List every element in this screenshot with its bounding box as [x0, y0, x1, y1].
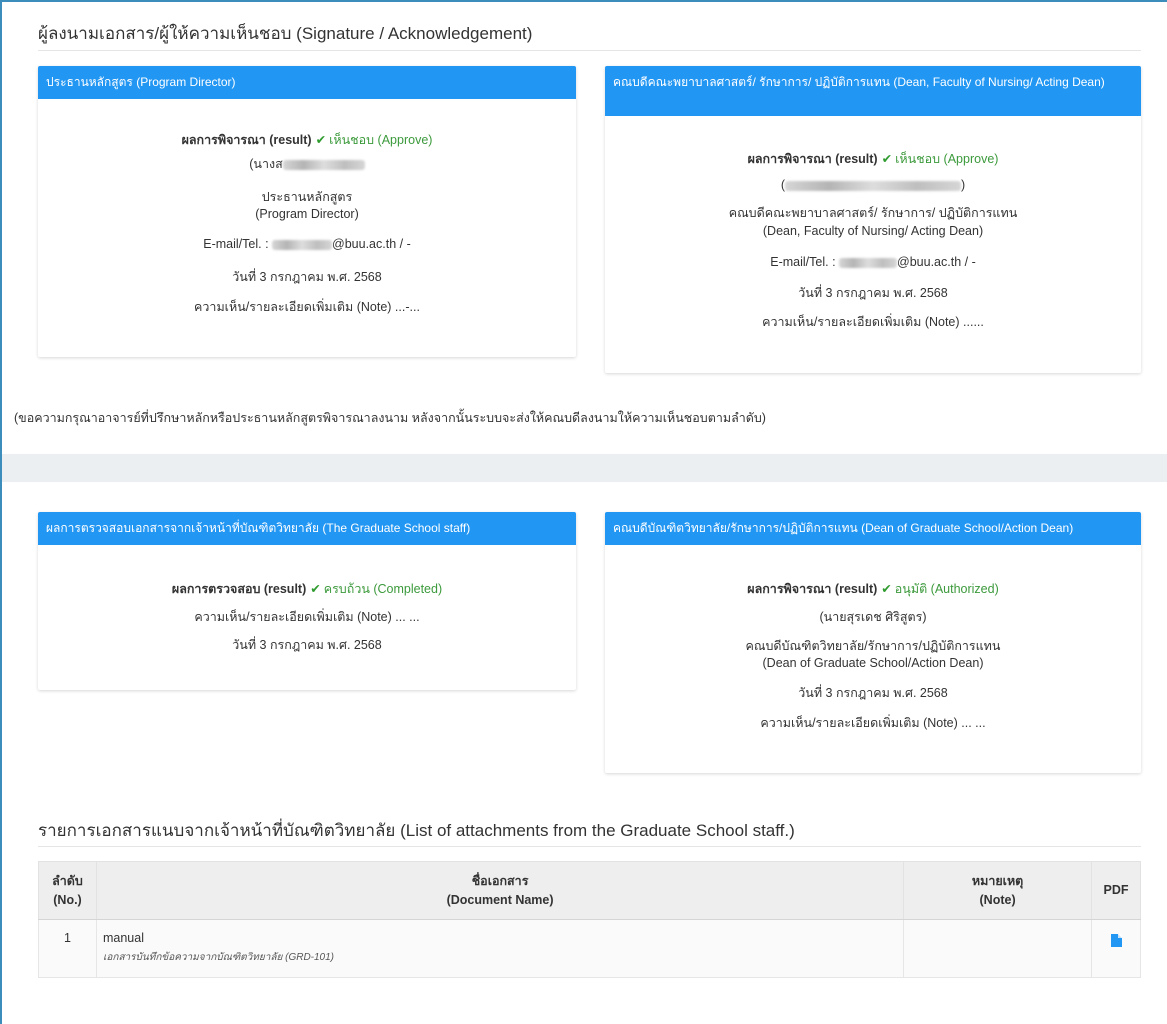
result-value: เห็นชอบ (Approve) [895, 152, 999, 166]
position-en: (Program Director) [255, 207, 359, 221]
email-line: E-mail/Tel. : @buu.ac.th / - [203, 237, 411, 251]
result-line: ผลการพิจารณา (result) ✔ อนุมัติ (Authorize… [605, 581, 1141, 609]
result-line: ผลการพิจารณา (result) ✔ เห็นชอบ (Approve) [605, 151, 1141, 177]
redacted-name [785, 180, 961, 191]
sign-date: วันที่ 3 กรกฎาคม พ.ศ. 2568 [798, 686, 948, 700]
program-director-card: ประธานหลักสูตร (Program Director) ผลการพ… [38, 66, 576, 357]
result-label: ผลการพิจารณา (result) [181, 133, 312, 147]
document-subtitle: เอกสารบันทึกข้อความจากบัณฑิตวิทยาลัย (GR… [102, 952, 335, 963]
check-icon: ✔ [881, 582, 892, 596]
attachments-table: ลำดับ (No.) ชื่อเอกสาร (Document Name) หมา… [38, 861, 1141, 978]
card-header: ผลการตรวจสอบเอกสารจากเจ้าหน้าที่บัณฑิตวิ… [38, 512, 576, 545]
check-icon: ✔ [310, 582, 321, 596]
position-en: (Dean, Faculty of Nursing/ Acting Dean) [762, 224, 984, 238]
divider [38, 50, 1141, 51]
result-label: ผลการตรวจสอบ (result) [171, 582, 307, 596]
check-date: วันที่ 3 กรกฎาคม พ.ศ. 2568 [232, 638, 382, 652]
divider [38, 846, 1141, 847]
result-label: ผลการพิจารณา (result) [747, 582, 878, 596]
signer-name: (นางส [38, 156, 576, 189]
col-note: หมายเหตุ (Note) [903, 861, 1092, 920]
position-en: (Dean of Graduate School/Action Dean) [762, 656, 984, 670]
result-label: ผลการพิจารณา (result) [747, 152, 878, 166]
note-line: ความเห็น/รายละเอียดเพิ่มเติม (Note) ... … [194, 610, 420, 624]
col-document-name: ชื่อเอกสาร (Document Name) [95, 861, 905, 920]
redacted-name [282, 159, 365, 170]
result-line: ผลการตรวจสอบ (result) ✔ ครบถ้วน (Completed… [38, 581, 576, 609]
document-name: manual [102, 931, 144, 945]
card-header: ประธานหลักสูตร (Program Director) [38, 66, 576, 99]
sign-date: วันที่ 3 กรกฎาคม พ.ศ. 2568 [232, 270, 382, 284]
position-th: คณบดีบัณฑิตวิทยาลัย/รักษาการ/ปฏิบัติการแ… [745, 639, 1001, 653]
advisory-note: (ขอความกรุณาอาจารย์ที่ปรึกษาหลักหรือประธ… [14, 411, 766, 425]
file-icon[interactable] [1110, 934, 1122, 947]
note-line: ความเห็น/รายละเอียดเพิ่มเติม (Note) ....… [762, 315, 984, 329]
result-line: ผลการพิจารณา (result) ✔ เห็นชอบ (Approve) [38, 132, 576, 156]
table-row: 1 manual เอกสารบันทึกข้อความจากบัณฑิตวิท… [38, 919, 1141, 978]
table-header-row: ลำดับ (No.) ชื่อเอกสาร (Document Name) หมา… [38, 861, 1141, 920]
check-icon: ✔ [315, 133, 327, 147]
card-header: คณบดีบัณฑิตวิทยาลัย/รักษาการ/ปฏิบัติการแ… [605, 512, 1141, 545]
check-icon: ✔ [881, 152, 893, 166]
redacted-email [839, 257, 898, 268]
email-line: E-mail/Tel. : @buu.ac.th / - [770, 255, 976, 269]
row-document: manual เอกสารบันทึกข้อความจากบัณฑิตวิทยา… [95, 919, 905, 978]
attachments-title: รายการเอกสารแนบจากเจ้าหน้าที่บัณฑิตวิทยา… [38, 821, 795, 840]
row-note [903, 919, 1092, 978]
note-line: ความเห็น/รายละเอียดเพิ่มเติม (Note) ...-… [194, 300, 420, 314]
card-header: คณบดีคณะพยาบาลศาสตร์/ รักษาการ/ ปฏิบัติก… [605, 66, 1141, 116]
signer-name: () [780, 178, 966, 192]
dean-graduate-card: คณบดีบัณฑิตวิทยาลัย/รักษาการ/ปฏิบัติการแ… [605, 512, 1141, 773]
row-pdf [1091, 919, 1141, 978]
position-th: คณบดีคณะพยาบาลศาสตร์/ รักษาการ/ ปฏิบัติก… [728, 206, 1018, 220]
position-th: ประธานหลักสูตร [261, 190, 353, 204]
result-value: ครบถ้วน (Completed) [323, 582, 443, 596]
result-value: อนุมัติ (Authorized) [894, 582, 999, 596]
note-line: ความเห็น/รายละเอียดเพิ่มเติม (Note) ... … [760, 716, 986, 730]
col-pdf: PDF [1091, 861, 1141, 920]
dean-nursing-card: คณบดีคณะพยาบาลศาสตร์/ รักษาการ/ ปฏิบัติก… [605, 66, 1141, 373]
signer-name: (นายสุรเดช ศิริสูตร) [819, 610, 927, 624]
section-separator [2, 454, 1167, 482]
sign-date: วันที่ 3 กรกฎาคม พ.ศ. 2568 [798, 286, 948, 300]
result-value: เห็นชอบ (Approve) [329, 133, 433, 147]
col-no: ลำดับ (No.) [38, 861, 97, 920]
signature-section-title: ผู้ลงนามเอกสาร/ผู้ให้ความเห็นชอบ (Signat… [38, 24, 533, 43]
graduate-staff-card: ผลการตรวจสอบเอกสารจากเจ้าหน้าที่บัณฑิตวิ… [38, 512, 576, 690]
redacted-email [272, 239, 333, 250]
row-no: 1 [38, 919, 97, 978]
